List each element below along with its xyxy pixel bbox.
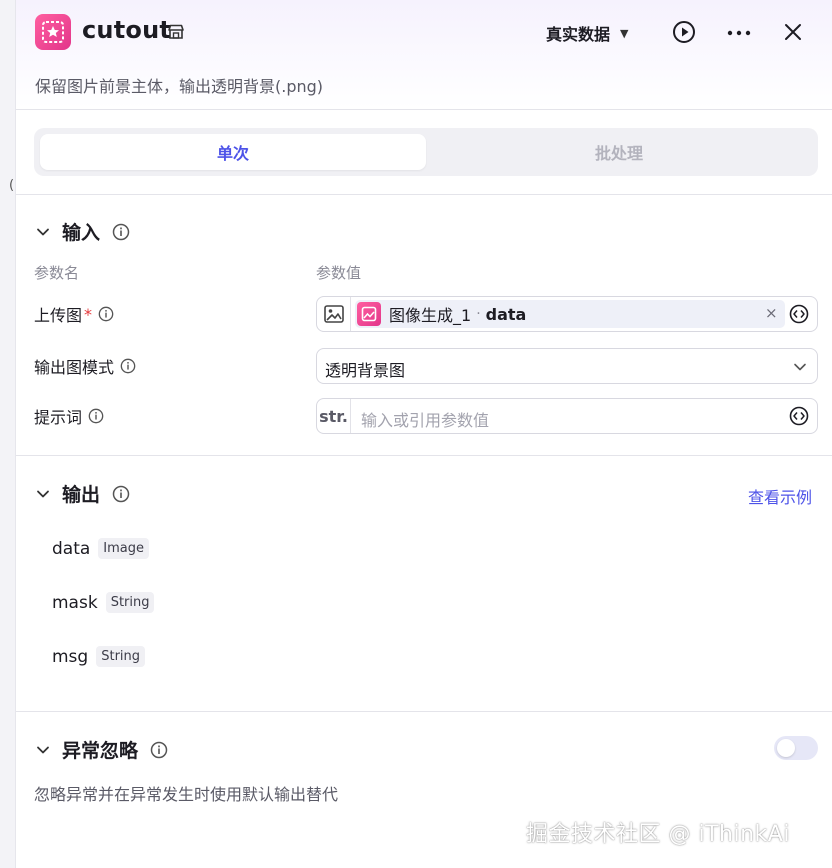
output-item: data Image xyxy=(52,538,150,559)
variable-ref-icon[interactable] xyxy=(789,406,809,430)
prompt-field[interactable]: str. 输入或引用参数值 xyxy=(316,398,818,434)
param-label-output-mode: 输出图模式 xyxy=(34,354,136,378)
info-icon[interactable] xyxy=(98,306,114,322)
view-example-link[interactable]: 查看示例 xyxy=(748,484,812,508)
cutout-app-icon xyxy=(35,14,71,50)
caret-down-icon: ▼ xyxy=(620,26,629,40)
param-label-text: 提示词 xyxy=(34,408,83,427)
reference-chip[interactable]: 图像生成_1 · data xyxy=(355,300,785,328)
info-icon[interactable] xyxy=(150,741,168,759)
divider xyxy=(16,194,832,195)
info-icon[interactable] xyxy=(120,358,136,374)
ref-variable: data xyxy=(485,304,527,324)
data-mode-label: 真实数据 xyxy=(546,25,611,44)
exception-section-title: 异常忽略 xyxy=(62,740,139,762)
clear-ref-button[interactable]: × xyxy=(765,304,778,322)
ref-separator: · xyxy=(476,306,481,322)
output-section-header[interactable]: 输出 xyxy=(36,480,130,507)
toggle-knob xyxy=(777,739,795,757)
input-section-header[interactable]: 输入 xyxy=(36,218,130,245)
output-type-badge: Image xyxy=(98,538,150,559)
data-mode-dropdown[interactable]: 真实数据 ▼ xyxy=(546,21,628,45)
store-icon[interactable] xyxy=(166,22,186,46)
more-icon[interactable] xyxy=(726,21,752,49)
exception-description: 忽略异常并在异常发生时使用默认输出替代 xyxy=(34,785,339,804)
output-item: mask String xyxy=(52,592,155,613)
input-section-title: 输入 xyxy=(62,222,101,244)
divider xyxy=(16,711,832,712)
output-type-badge: String xyxy=(96,646,146,667)
tab-batch[interactable]: 批处理 xyxy=(426,134,812,170)
ref-node-name: 图像生成_1 xyxy=(389,306,472,325)
node-settings-panel: cutout 真实数据 ▼ 保留图片前景主体，输出透明背景(.png) 单次 批… xyxy=(16,0,832,868)
prompt-input-placeholder: 输入或引用参数值 xyxy=(361,411,490,430)
upload-image-field[interactable]: 图像生成_1 · data × xyxy=(316,296,818,332)
exception-ignore-toggle[interactable] xyxy=(774,736,818,760)
output-item: msg String xyxy=(52,646,146,667)
run-icon[interactable] xyxy=(672,20,696,48)
divider xyxy=(16,455,832,456)
output-name: data xyxy=(52,538,91,559)
string-type-prefix: str. xyxy=(317,399,351,433)
node-description: 保留图片前景主体，输出透明背景(.png) xyxy=(35,77,324,96)
close-icon[interactable] xyxy=(782,21,804,47)
param-label-text: 上传图 xyxy=(34,306,83,325)
chevron-down-icon xyxy=(37,746,49,753)
info-icon[interactable] xyxy=(112,223,130,241)
exception-section-header[interactable]: 异常忽略 xyxy=(36,736,168,763)
output-mode-select[interactable]: 透明背景图 xyxy=(316,348,818,384)
chevron-down-icon xyxy=(37,490,49,497)
info-icon[interactable] xyxy=(88,408,104,424)
param-label-upload-image: 上传图 * xyxy=(34,302,114,326)
tab-single[interactable]: 单次 xyxy=(40,134,426,170)
param-name-column: 参数名 xyxy=(34,264,80,282)
chevron-down-icon xyxy=(793,359,807,378)
param-label-text: 输出图模式 xyxy=(34,358,115,377)
left-edge-panel: ( xyxy=(0,0,16,868)
left-edge-mark: ( xyxy=(9,178,15,193)
page-title: cutout xyxy=(82,16,172,44)
variable-ref-icon[interactable] xyxy=(789,304,809,328)
image-gen-icon xyxy=(357,302,381,326)
required-mark: * xyxy=(84,304,93,324)
image-icon xyxy=(317,297,351,331)
output-name: mask xyxy=(52,592,98,613)
output-type-badge: String xyxy=(105,592,155,613)
chevron-down-icon xyxy=(37,228,49,235)
param-label-prompt: 提示词 xyxy=(34,404,104,428)
param-value-column: 参数值 xyxy=(316,264,362,282)
panel-header: cutout 真实数据 ▼ 保留图片前景主体，输出透明背景(.png) xyxy=(16,0,832,110)
run-mode-tabs: 单次 批处理 xyxy=(34,128,818,176)
output-name: msg xyxy=(52,646,89,667)
output-mode-value: 透明背景图 xyxy=(325,361,406,380)
info-icon[interactable] xyxy=(112,485,130,503)
output-section-title: 输出 xyxy=(62,484,101,506)
watermark: 掘金技术社区 @ iThinkAi xyxy=(526,822,790,847)
